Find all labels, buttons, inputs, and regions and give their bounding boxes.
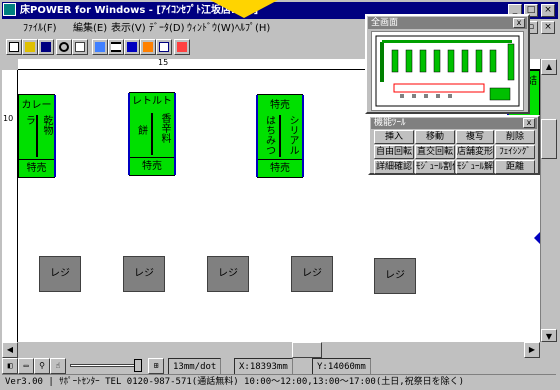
menu-help[interactable]: ﾍﾙﾌﾟ(H) xyxy=(232,20,273,37)
shelf-cell-label: シリアル xyxy=(287,115,298,155)
orthogonal-rotate-button[interactable]: 直交回転 xyxy=(415,145,455,159)
shelf-edge xyxy=(54,95,56,177)
status-text: Ver3.00 | ｻﾎﾟｰﾄｾﾝﾀｰ TEL 0120-987-571(通話無… xyxy=(5,377,465,387)
floor-plan-thumbnail xyxy=(375,35,520,107)
zoom-slider-thumb[interactable] xyxy=(134,359,142,372)
store-reshape-button[interactable]: 店舗変形 xyxy=(456,145,494,159)
tools-title: 機能ﾂｰﾙ xyxy=(371,118,537,129)
register[interactable]: レジ xyxy=(39,256,81,292)
shelf-cell-label: 香辛料 xyxy=(159,113,170,143)
module-assign-button[interactable]: ﾓｼﾞｭｰﾙ割付 xyxy=(415,160,455,174)
save-icon[interactable] xyxy=(38,39,54,55)
distance-button[interactable]: 距離 xyxy=(495,160,535,174)
zoom-in-icon[interactable]: ⚲ xyxy=(34,358,50,374)
shelf-label: レトルト xyxy=(132,96,172,107)
menu-edit[interactable]: 編集(E) xyxy=(70,20,110,37)
shelf-cell: シリアル xyxy=(280,115,303,157)
ruler-corner xyxy=(2,59,18,70)
function-tool-window[interactable]: 機能ﾂｰﾙ x 挿入 移動 複写 削除 自由回転 直交回転 店舗変形 ﾌｪｲｼﾝ… xyxy=(368,115,540,175)
module-release-button[interactable]: ﾓｼﾞｭｰﾙ解除 xyxy=(456,160,494,174)
shelf-cell: 香辛料 xyxy=(152,113,175,155)
window-icon[interactable] xyxy=(156,39,172,55)
hand-icon[interactable]: ☝ xyxy=(50,358,66,374)
copy-button[interactable]: 複写 xyxy=(456,130,494,144)
horizontal-scroll-thumb[interactable] xyxy=(292,342,322,358)
register[interactable]: レジ xyxy=(291,256,333,292)
register[interactable]: レジ xyxy=(374,258,416,294)
new-file-icon[interactable] xyxy=(6,39,22,55)
shelf-label: 特売 xyxy=(270,100,290,111)
detail-check-button[interactable]: 詳細確認 xyxy=(374,160,414,174)
shelf-cell: 乾物 xyxy=(37,115,55,157)
shelf-edge xyxy=(256,95,258,177)
shelf-edge xyxy=(302,95,304,177)
shelf-edge xyxy=(128,93,130,175)
register[interactable]: レジ xyxy=(207,256,249,292)
shelf-special[interactable]: 特売 はちみつ シリアル 特売 xyxy=(256,94,304,178)
left-ruler: 10 xyxy=(2,70,18,342)
overview-window[interactable]: 全画面 x xyxy=(365,14,530,114)
shelf-edge xyxy=(174,93,176,175)
close-icon[interactable]: × xyxy=(541,4,555,17)
ruler-mark: 15 xyxy=(158,58,169,67)
register[interactable]: レジ xyxy=(123,256,165,292)
shelf-label: カレー xyxy=(21,100,52,111)
select-icon[interactable] xyxy=(92,39,108,55)
overview-title: 全画面 xyxy=(368,17,527,29)
doc-close-icon[interactable]: × xyxy=(541,21,555,34)
free-rotate-button[interactable]: 自由回転 xyxy=(374,145,414,159)
shelf-cell: ラ xyxy=(21,115,37,157)
zoom-bar: ◧ ▭ ⚲ ☝ ⊞ 13mm/dot X:18393mm Y:14060mm xyxy=(2,358,556,376)
status-bar: Ver3.00 | ｻﾎﾟｰﾄｾﾝﾀｰ TEL 0120-987-571(通話無… xyxy=(2,374,556,388)
scroll-down-icon[interactable]: ▼ xyxy=(541,329,557,342)
zoom-out-icon[interactable]: ◧ xyxy=(2,358,18,374)
overview-map[interactable] xyxy=(371,31,524,111)
shelf-label: 特売 xyxy=(19,159,54,178)
scroll-right-icon[interactable]: ▶ xyxy=(524,342,540,358)
menu-window[interactable]: ｳｨﾝﾄﾞｳ(W) xyxy=(184,20,238,37)
export-icon[interactable] xyxy=(174,39,190,55)
zoom-reset-icon[interactable]: ⊞ xyxy=(148,358,164,374)
scroll-left-icon[interactable]: ◀ xyxy=(2,342,18,358)
shelf-cell: 餅 xyxy=(130,113,152,155)
zoom-fit-icon[interactable]: ▭ xyxy=(18,358,34,374)
menu-data[interactable]: ﾃﾞｰﾀ(D) xyxy=(146,20,188,37)
delete-button[interactable]: 削除 xyxy=(495,130,535,144)
shelf-cell-label: はちみつ xyxy=(263,115,275,155)
ruler-mark: 10 xyxy=(3,114,14,123)
layout-icon[interactable] xyxy=(124,39,140,55)
close-icon[interactable]: x xyxy=(513,18,525,28)
menu-view[interactable]: 表示(V) xyxy=(108,20,149,37)
scroll-up-icon[interactable]: ▲ xyxy=(541,59,557,75)
open-folder-icon[interactable] xyxy=(22,39,38,55)
menu-file[interactable]: ﾌｧｲﾙ(F) xyxy=(20,20,60,37)
list-icon[interactable] xyxy=(108,39,124,55)
facing-button[interactable]: ﾌｪｲｼﾝｸﾞ xyxy=(495,145,535,159)
vertical-scrollbar[interactable]: ▲ ▼ xyxy=(540,59,557,342)
shelf-cell-label: 乾物 xyxy=(41,115,52,135)
print-icon[interactable] xyxy=(72,39,88,55)
zoom-slider[interactable] xyxy=(70,364,142,367)
horizontal-scrollbar[interactable]: ◀ ▶ xyxy=(2,342,540,358)
shelf-cell: はちみつ xyxy=(258,115,280,157)
shelf-label: 特売 xyxy=(258,159,302,178)
search-icon[interactable] xyxy=(56,39,72,55)
shelf-cell-label: ラ xyxy=(23,115,35,125)
callout-arrow xyxy=(210,0,278,18)
app-icon[interactable] xyxy=(3,3,16,16)
shelf-retort[interactable]: レトルト 餅 香辛料 特売 xyxy=(128,92,176,176)
shelf-label: 特売 xyxy=(130,157,174,176)
move-button[interactable]: 移動 xyxy=(415,130,455,144)
vertical-scroll-thumb[interactable] xyxy=(541,119,557,159)
close-icon[interactable]: x xyxy=(523,118,535,128)
shelf-curry[interactable]: カレー ラ 乾物 特売 xyxy=(18,94,56,178)
shelf-cell-label: 餅 xyxy=(135,125,147,135)
insert-button[interactable]: 挿入 xyxy=(374,130,414,144)
chart-icon[interactable] xyxy=(140,39,156,55)
